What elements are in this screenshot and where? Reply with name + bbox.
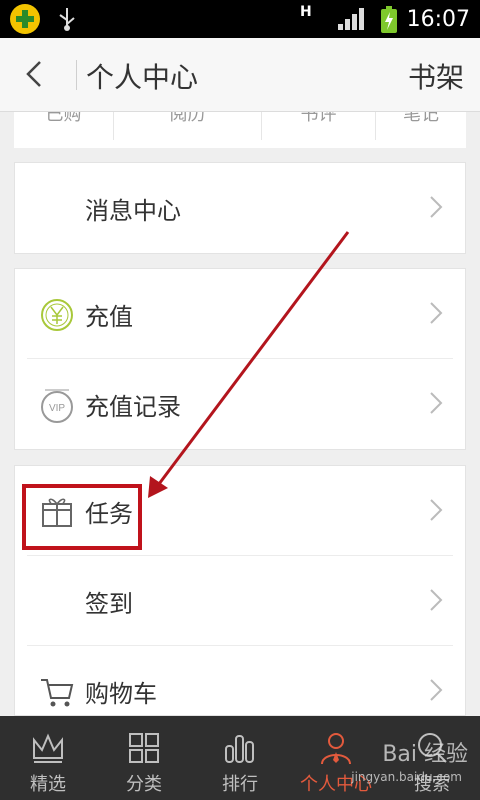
subtab-reviews[interactable]: 书评 [262, 112, 376, 140]
menu-group-recharge: 充值 VIP 充值记录 [14, 268, 466, 450]
menu-group-messages: 消息中心 [14, 162, 466, 254]
svg-text:VIP: VIP [49, 403, 65, 414]
vip-badge-icon: VIP [41, 389, 73, 423]
chevron-right-icon [430, 679, 443, 701]
network-type: H [300, 4, 312, 20]
usb-icon [56, 6, 78, 36]
nav-featured[interactable]: 精选 [0, 716, 96, 800]
nav-categories[interactable]: 分类 [96, 716, 192, 800]
grid-icon [129, 733, 159, 763]
chevron-right-icon [430, 499, 443, 521]
crown-icon [33, 733, 63, 763]
nav-profile[interactable]: 个人中心 [288, 716, 384, 800]
menu-item-label: 充值 [85, 303, 133, 331]
subtab-purchased[interactable]: 已购 [14, 112, 114, 140]
signal-icon [338, 8, 366, 34]
app-plus-icon [10, 4, 40, 34]
nav-label: 分类 [126, 774, 162, 795]
chevron-right-icon [430, 196, 443, 218]
back-button[interactable] [16, 56, 52, 92]
menu-item-label: 签到 [85, 590, 133, 618]
title-separator [76, 60, 77, 90]
watermark-url: jingyan.baidu.com [351, 770, 462, 784]
menu-item-label: 消息中心 [85, 197, 181, 225]
tutorial-highlight-box [22, 484, 142, 550]
subtab-notes[interactable]: 笔记 [376, 112, 466, 140]
chevron-right-icon [430, 392, 443, 414]
menu-item-message-center[interactable]: 消息中心 [15, 163, 465, 253]
subtab-history[interactable]: 阅历 [114, 112, 262, 140]
menu-item-sign-in[interactable]: 签到 [15, 556, 465, 646]
chevron-left-icon [26, 61, 41, 87]
battery-charging-icon [380, 6, 398, 38]
nav-ranking[interactable]: 排行 [192, 716, 288, 800]
yuan-coin-icon [41, 299, 73, 331]
menu-item-shopping-cart[interactable]: 购物车 [15, 646, 465, 715]
status-bar: H 16:07 [0, 0, 480, 38]
menu-item-label: 购物车 [85, 680, 157, 708]
chevron-right-icon [430, 589, 443, 611]
bar-chart-icon [225, 735, 254, 763]
shopping-cart-icon [41, 679, 74, 707]
menu-item-recharge[interactable]: 充值 [15, 269, 465, 359]
title-bar: 个人中心 书架 [0, 38, 480, 112]
menu-item-label: 充值记录 [85, 393, 181, 421]
person-icon [321, 733, 351, 765]
bookshelf-button[interactable]: 书架 [408, 56, 464, 96]
page-title: 个人中心 [86, 61, 199, 94]
nav-label: 排行 [222, 774, 258, 795]
nav-label: 精选 [30, 774, 66, 795]
clock: 16:07 [406, 7, 470, 32]
watermark-logo: Bai 经验 [382, 742, 468, 767]
chevron-right-icon [430, 302, 443, 324]
subtabs: 已购 阅历 书评 笔记 [14, 112, 466, 148]
menu-item-recharge-history[interactable]: VIP 充值记录 [15, 359, 465, 449]
